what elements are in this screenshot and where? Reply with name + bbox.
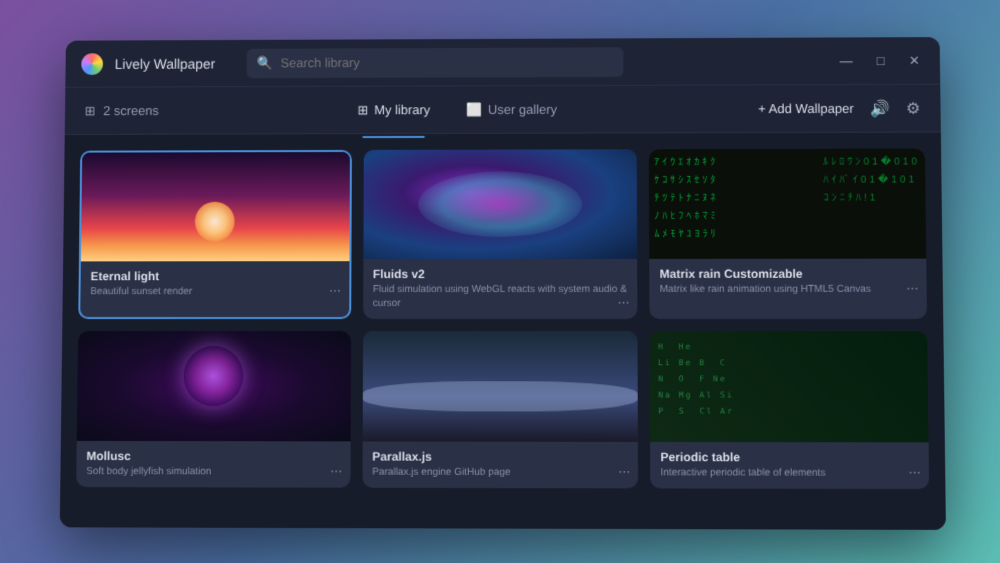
card-title: Periodic table [660, 450, 918, 465]
list-item[interactable]: Parallax.js Parallax.js engine GitHub pa… [362, 331, 638, 488]
wallpaper-grid: Eternal light Beautiful sunset render ··… [76, 148, 929, 489]
user-gallery-label: User gallery [488, 101, 557, 116]
toolbar: ⊞ 2 screens ⊞ My library ⬜ User gallery … [65, 84, 941, 134]
card-thumbnail [649, 148, 926, 258]
user-gallery-icon: ⬜ [466, 101, 482, 117]
list-item[interactable]: Fluids v2 Fluid simulation using WebGL r… [363, 149, 638, 319]
card-info: Parallax.js Parallax.js engine GitHub pa… [362, 441, 638, 488]
close-button[interactable]: ✕ [905, 50, 924, 70]
tab-user-gallery[interactable]: ⬜ User gallery [450, 93, 573, 125]
card-more-button[interactable]: ··· [618, 294, 630, 308]
screens-icon: ⊞ [85, 102, 96, 118]
titlebar: Lively Wallpaper 🔍 — □ ✕ [65, 37, 940, 88]
minimize-button[interactable]: — [836, 51, 857, 70]
nav-tabs: ⊞ My library ⬜ User gallery [342, 93, 573, 125]
list-item[interactable]: Mollusc Soft body jellyfish simulation ·… [76, 330, 351, 487]
search-input[interactable] [280, 54, 613, 70]
card-thumbnail [362, 331, 638, 442]
card-description: Beautiful sunset render [90, 285, 339, 299]
my-library-label: My library [374, 102, 430, 117]
card-more-button[interactable]: ··· [618, 464, 630, 478]
search-icon: 🔍 [257, 55, 273, 71]
window-controls: — □ ✕ [836, 50, 924, 70]
screens-label: 2 screens [103, 103, 159, 118]
list-item[interactable]: Eternal light Beautiful sunset render ··… [78, 149, 351, 318]
card-description: Parallax.js engine GitHub page [372, 465, 628, 480]
card-info: Eternal light Beautiful sunset render ··… [80, 261, 349, 307]
card-thumbnail [650, 331, 929, 442]
card-title: Matrix rain Customizable [660, 266, 917, 280]
card-more-button[interactable]: ··· [329, 283, 341, 297]
list-item[interactable]: Periodic table Interactive periodic tabl… [650, 331, 929, 489]
tab-my-library[interactable]: ⊞ My library [342, 93, 446, 125]
app-window: Lively Wallpaper 🔍 — □ ✕ ⊞ 2 screens ⊞ M… [60, 37, 946, 530]
wallpaper-grid-container: Eternal light Beautiful sunset render ··… [60, 132, 946, 529]
card-more-button[interactable]: ··· [906, 280, 918, 294]
app-title: Lively Wallpaper [115, 55, 216, 71]
card-title: Mollusc [86, 448, 340, 463]
card-thumbnail [81, 151, 350, 260]
card-title: Fluids v2 [373, 266, 628, 280]
card-description: Soft body jellyfish simulation [86, 465, 340, 480]
card-description: Interactive periodic table of elements [661, 466, 919, 481]
screens-button[interactable]: ⊞ 2 screens [85, 102, 159, 118]
toolbar-right: + Add Wallpaper 🔊 ⚙ [758, 98, 920, 118]
card-info: Periodic table Interactive periodic tabl… [650, 441, 929, 488]
card-more-button[interactable]: ··· [330, 463, 342, 477]
card-info: Matrix rain Customizable Matrix like rai… [650, 258, 927, 304]
card-title: Eternal light [91, 269, 340, 283]
card-description: Matrix like rain animation using HTML5 C… [660, 282, 917, 296]
card-info: Mollusc Soft body jellyfish simulation ·… [76, 440, 350, 487]
card-title: Parallax.js [372, 449, 628, 464]
my-library-icon: ⊞ [357, 101, 368, 117]
volume-icon[interactable]: 🔊 [870, 98, 890, 118]
search-bar[interactable]: 🔍 [247, 46, 624, 77]
card-info: Fluids v2 Fluid simulation using WebGL r… [363, 258, 638, 318]
settings-icon[interactable]: ⚙ [906, 98, 921, 118]
card-thumbnail [363, 149, 637, 259]
card-description: Fluid simulation using WebGL reacts with… [373, 282, 628, 310]
list-item[interactable]: Matrix rain Customizable Matrix like rai… [649, 148, 927, 318]
card-thumbnail [77, 330, 351, 440]
maximize-button[interactable]: □ [873, 51, 889, 70]
add-wallpaper-button[interactable]: + Add Wallpaper [758, 100, 854, 115]
app-logo-icon [81, 52, 103, 74]
card-more-button[interactable]: ··· [908, 464, 920, 478]
